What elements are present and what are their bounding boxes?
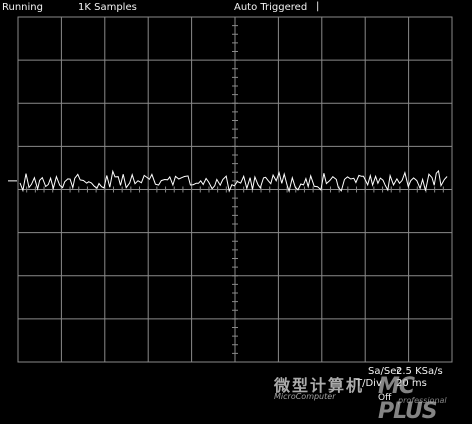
publisher-watermark: 微型计算机 MicroComputer MC PLUS professional bbox=[270, 372, 470, 424]
oscilloscope-screen bbox=[8, 16, 453, 363]
watermark-sub-text: professional bbox=[398, 396, 447, 405]
watermark-en-text: MicroComputer bbox=[274, 392, 336, 401]
